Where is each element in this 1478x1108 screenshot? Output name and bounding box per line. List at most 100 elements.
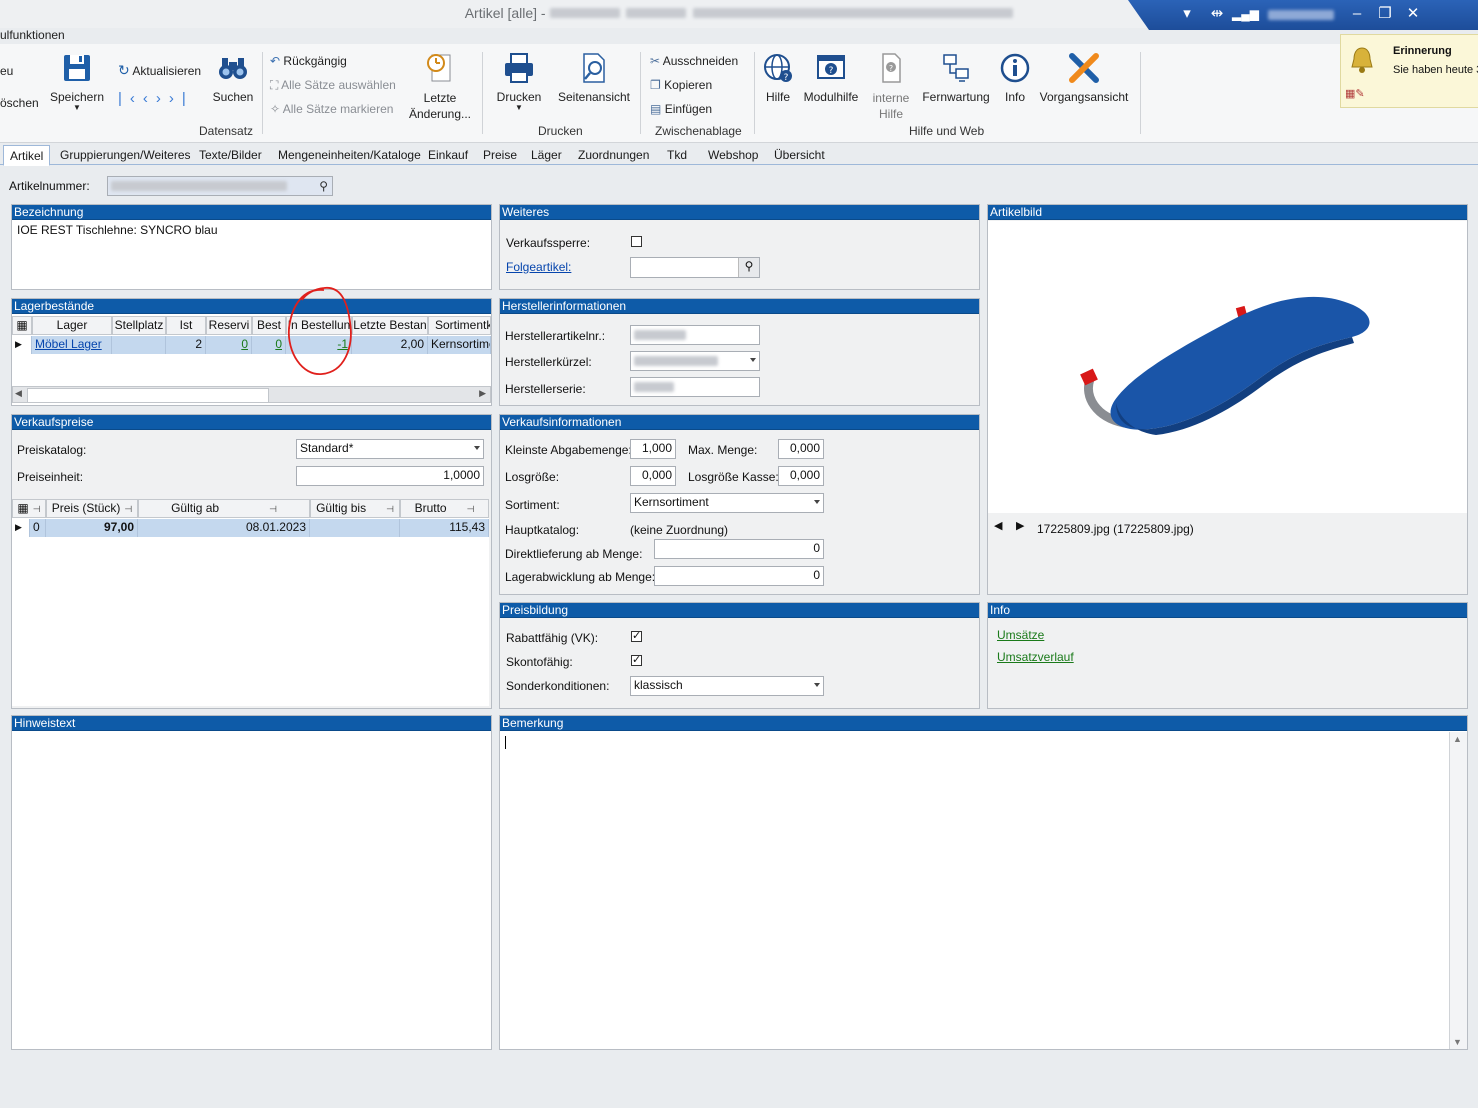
previous-image-icon[interactable]: ◀ (994, 519, 1002, 532)
scroll-down-icon[interactable]: ▼ (1453, 1037, 1462, 1047)
verkaufssperre-checkbox[interactable] (631, 236, 642, 247)
tab-zuordnungen[interactable]: Zuordnungen (578, 148, 649, 162)
print-button[interactable]: Drucken ▼ (492, 52, 546, 112)
tab-laeger[interactable]: Läger (531, 148, 562, 162)
lager-cell[interactable]: Möbel Lager (32, 336, 112, 354)
restore-icon[interactable]: ❐ (1374, 6, 1396, 22)
tab-einkauf[interactable]: Einkauf (428, 148, 468, 162)
new-button[interactable]: eu (0, 64, 13, 78)
losgroesse-field[interactable]: 0,000 (630, 466, 676, 486)
internal-help-button[interactable]: ? interne Hilfe (866, 52, 916, 122)
mark-all-records-button[interactable]: ✧ Alle Sätze markieren (270, 102, 393, 116)
bezeichnung-text[interactable]: IOE REST Tischlehne: SYNCRO blau (17, 223, 218, 237)
best-cell[interactable]: 0 (252, 336, 286, 354)
bemerkung-textarea[interactable] (500, 732, 1449, 1049)
tab-webshop[interactable]: Webshop (708, 148, 758, 162)
stellplatz-cell[interactable] (112, 336, 166, 354)
index-cell[interactable]: 0 (30, 519, 46, 537)
previous-record-icon[interactable]: ‹ (143, 90, 156, 107)
column-header[interactable]: Preis (Stück) ⊣ (46, 499, 138, 518)
scroll-up-icon[interactable]: ▲ (1453, 734, 1462, 744)
column-header[interactable]: Stellplatz (112, 316, 166, 335)
tab-tkd[interactable]: Tkd (667, 148, 687, 162)
page-preview-button[interactable]: Seitenansicht (556, 52, 632, 104)
reserviert-link[interactable]: 0 (241, 337, 248, 351)
ribbon-tab-hint[interactable]: ulfunktionen (0, 28, 65, 42)
close-icon[interactable]: ✕ (1402, 6, 1424, 22)
help-button[interactable]: ? Hilfe (760, 52, 796, 104)
search-button[interactable]: Suchen (208, 52, 258, 104)
folgeartikel-link[interactable]: Folgeartikel: (506, 260, 571, 274)
umsatzverlauf-link[interactable]: Umsatzverlauf (997, 650, 1074, 664)
cut-button[interactable]: ✂ Ausschneiden (650, 54, 738, 68)
pin-icon[interactable]: ⇹ (1206, 6, 1228, 22)
vertical-scrollbar[interactable]: ▲ ▼ (1449, 732, 1467, 1049)
column-header[interactable]: Gültig ab ⊣ (138, 499, 310, 518)
binoculars-icon[interactable]: ⚲ (319, 178, 328, 194)
grid-settings-icon[interactable]: ▦ (12, 316, 32, 335)
sonderkonditionen-select[interactable]: klassisch (630, 676, 824, 696)
first-record-icon[interactable]: |‹ (118, 90, 143, 107)
tab-texte-bilder[interactable]: Texte/Bilder (199, 148, 262, 162)
hersteller-artikelnr-field[interactable] (630, 325, 760, 345)
delete-button[interactable]: öschen (0, 96, 39, 110)
column-header[interactable]: Letzte Bestan (352, 316, 428, 335)
scrollbar-thumb[interactable] (27, 388, 269, 403)
refresh-button[interactable]: ↻ Aktualisieren (118, 62, 201, 79)
horizontal-scrollbar[interactable]: ◀ ▶ (12, 386, 491, 403)
reserviert-cell[interactable]: 0 (206, 336, 252, 354)
brutto-cell[interactable]: 115,43 (400, 519, 489, 537)
article-number-field[interactable]: ⚲ (107, 176, 333, 196)
rabattfaehig-checkbox[interactable]: ✓ (631, 631, 642, 642)
tab-preise[interactable]: Preise (483, 148, 517, 162)
pin-icon[interactable]: ⊣ (124, 504, 132, 514)
reminder-actions-icon[interactable]: ▦✎ (1345, 87, 1365, 100)
grid-settings-icon[interactable]: ▦ ⊣ (12, 499, 46, 518)
column-header[interactable]: Lager (32, 316, 112, 335)
skontofaehig-checkbox[interactable]: ✓ (631, 655, 642, 666)
ist-cell[interactable]: 2 (166, 336, 206, 354)
save-button[interactable]: Speichern ▼ (48, 52, 106, 112)
minimize-icon[interactable]: – (1346, 6, 1368, 22)
kleinste-abgabemenge-field[interactable]: 1,000 (630, 439, 676, 459)
preiseinheit-field[interactable]: 1,0000 (296, 466, 484, 486)
max-menge-field[interactable]: 0,000 (778, 439, 824, 459)
pin-icon[interactable]: ⊣ (269, 504, 277, 514)
lagerabwicklung-field[interactable]: 0 (654, 566, 824, 586)
gueltig-bis-cell[interactable] (310, 519, 400, 537)
undo-button[interactable]: ↶ Rückgängig (270, 54, 347, 68)
select-all-records-button[interactable]: ⛶ Alle Sätze auswählen (270, 78, 396, 93)
pin-icon[interactable]: ⊣ (386, 504, 394, 514)
column-header[interactable]: Brutto ⊣ (400, 499, 489, 518)
column-header[interactable]: Gültig bis ⊣ (310, 499, 400, 518)
tab-mengeneinheiten[interactable]: Mengeneinheiten/Kataloge (278, 148, 421, 162)
lager-link[interactable]: Möbel Lager (35, 337, 102, 351)
remote-maintenance-button[interactable]: Fernwartung (920, 52, 992, 104)
letzte-bestand-cell[interactable]: 2,00 (352, 336, 428, 354)
hersteller-serie-field[interactable] (630, 377, 760, 397)
tab-artikel[interactable]: Artikel (3, 145, 51, 166)
last-change-button[interactable]: Letzte Änderung... (408, 52, 472, 122)
direktlieferung-field[interactable]: 0 (654, 539, 824, 559)
hinweistext-area[interactable] (12, 732, 491, 1049)
binoculars-icon[interactable]: ⚲ (738, 258, 759, 277)
gueltig-ab-cell[interactable]: 08.01.2023 (138, 519, 310, 537)
next-image-icon[interactable]: ▶ (1016, 519, 1024, 532)
last-record-icon[interactable]: ›| (169, 90, 194, 107)
tab-gruppierungen[interactable]: Gruppierungen/Weiteres (60, 148, 191, 162)
scroll-left-icon[interactable]: ◀ (15, 388, 22, 399)
scroll-right-icon[interactable]: ▶ (479, 388, 486, 399)
sortiment-select[interactable]: Kernsortiment (630, 493, 824, 513)
tab-uebersicht[interactable]: Übersicht (774, 148, 825, 162)
info-button[interactable]: Info (998, 52, 1032, 104)
reminder-popup[interactable]: Erinnerung Sie haben heute 3 ▦✎ (1340, 34, 1478, 108)
pin-icon[interactable]: ⊣ (467, 504, 475, 514)
sortiment-cell[interactable]: Kernsortimer (428, 336, 491, 354)
folgeartikel-field[interactable]: ⚲ (630, 257, 760, 278)
best-link[interactable]: 0 (275, 337, 282, 351)
preis-cell[interactable]: 97,00 (46, 519, 138, 537)
module-help-button[interactable]: ? Modulhilfe (800, 52, 862, 104)
umsaetze-link[interactable]: Umsätze (997, 628, 1044, 642)
column-header[interactable]: Reservi (206, 316, 252, 335)
preiskatalog-select[interactable]: Standard* (296, 439, 484, 459)
